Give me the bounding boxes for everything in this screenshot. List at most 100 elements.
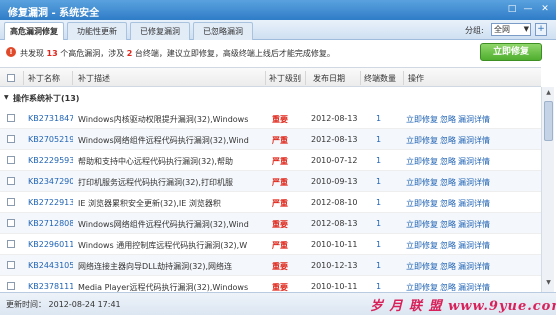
row-checkbox[interactable] xyxy=(7,219,15,227)
fix-link[interactable]: 立即修复 xyxy=(406,198,438,209)
scrollbar[interactable]: ▲ ▼ xyxy=(541,87,554,292)
fix-now-button[interactable]: 立即修复 xyxy=(480,43,542,61)
patch-date: 2012-08-10 xyxy=(311,198,358,207)
col-desc[interactable]: 补丁描述 xyxy=(78,73,110,84)
patch-host-count[interactable]: 1 xyxy=(376,240,386,249)
table-row[interactable]: KB2347290 打印机服务远程代码执行漏洞(32),打印机服 严重 2010-09… xyxy=(0,171,541,192)
fix-link[interactable]: 立即修复 xyxy=(406,219,438,230)
patch-date: 2012-08-13 xyxy=(311,114,358,123)
scroll-down-icon[interactable]: ▼ xyxy=(544,279,553,289)
tab-fixed[interactable]: 已修复漏洞 xyxy=(130,22,190,40)
patch-level: 重要 xyxy=(272,283,288,292)
table-row[interactable]: KB2712808 Windows网络组件远程代码执行漏洞(32),Wind 重要 2… xyxy=(0,213,541,234)
ignore-link[interactable]: 忽略 xyxy=(440,156,456,167)
table-row[interactable]: KB2378111 Media Player远程代码执行漏洞(32),Window… xyxy=(0,276,541,292)
ignore-link[interactable]: 忽略 xyxy=(440,198,456,209)
minimize-icon[interactable]: — xyxy=(520,3,536,16)
col-name[interactable]: 补丁名称 xyxy=(28,73,60,84)
patch-host-count[interactable]: 1 xyxy=(376,219,386,228)
table-row[interactable]: KB2229593 帮助和支持中心远程代码执行漏洞(32),帮助 严重 2010-07… xyxy=(0,150,541,171)
patch-kb-link[interactable]: KB2229593 xyxy=(28,156,73,165)
fix-link[interactable]: 立即修复 xyxy=(406,177,438,188)
detail-link[interactable]: 漏洞详情 xyxy=(458,114,490,125)
detail-link[interactable]: 漏洞详情 xyxy=(458,282,490,292)
ignore-link[interactable]: 忽略 xyxy=(440,219,456,230)
high-risk-count: 13 xyxy=(46,49,58,58)
patch-host-count[interactable]: 1 xyxy=(376,177,386,186)
patch-description: Windows内核驱动权限提升漏洞(32),Windows xyxy=(78,115,249,124)
detail-link[interactable]: 漏洞详情 xyxy=(458,240,490,251)
row-checkbox[interactable] xyxy=(7,177,15,185)
detail-link[interactable]: 漏洞详情 xyxy=(458,135,490,146)
patch-host-count[interactable]: 1 xyxy=(376,261,386,270)
add-group-icon[interactable]: + xyxy=(535,23,547,36)
row-checkbox[interactable] xyxy=(7,261,15,269)
patch-description: 打印机服务远程代码执行漏洞(32),打印机服 xyxy=(78,178,233,187)
maximize-icon[interactable]: □ xyxy=(504,3,520,16)
ignore-link[interactable]: 忽略 xyxy=(440,114,456,125)
patch-host-count[interactable]: 1 xyxy=(376,156,386,165)
patch-kb-link[interactable]: KB2705219 xyxy=(28,135,73,144)
row-checkbox[interactable] xyxy=(7,135,15,143)
ignore-link[interactable]: 忽略 xyxy=(440,240,456,251)
row-checkbox[interactable] xyxy=(7,282,15,290)
detail-link[interactable]: 漏洞详情 xyxy=(458,261,490,272)
chevron-down-icon: ▼ xyxy=(523,25,529,33)
patch-host-count[interactable]: 1 xyxy=(376,282,386,291)
table-row[interactable]: KB2443105 网络连接主器向导DLL劫持漏洞(32),网络连 重要 2010-1… xyxy=(0,255,541,276)
row-checkbox[interactable] xyxy=(7,114,15,122)
tab-high-risk-fix[interactable]: 高危漏洞修复 xyxy=(4,22,64,41)
close-icon[interactable]: ✕ xyxy=(537,3,553,16)
detail-link[interactable]: 漏洞详情 xyxy=(458,198,490,209)
detail-link[interactable]: 漏洞详情 xyxy=(458,177,490,188)
patch-host-count[interactable]: 1 xyxy=(376,135,386,144)
select-all-checkbox[interactable] xyxy=(7,74,15,82)
collapse-icon[interactable]: ▼ xyxy=(4,94,9,101)
patch-date: 2010-10-11 xyxy=(311,240,358,249)
ignore-link[interactable]: 忽略 xyxy=(440,282,456,292)
col-level[interactable]: 补丁级别 xyxy=(269,73,301,84)
detail-link[interactable]: 漏洞详情 xyxy=(458,219,490,230)
table-row[interactable]: KB2705219 Windows网络组件远程代码执行漏洞(32),Wind 严重 2… xyxy=(0,129,541,150)
col-date[interactable]: 发布日期 xyxy=(313,73,345,84)
summary-text: 共发现 13 个高危漏洞，涉及 2 台终端，建议立即修复，高级终端上线后才能完成… xyxy=(20,49,335,58)
fix-link[interactable]: 立即修复 xyxy=(406,114,438,125)
patch-kb-link[interactable]: KB2378111 xyxy=(28,282,73,291)
tab-ignored[interactable]: 已忽略漏洞 xyxy=(193,22,253,40)
detail-link[interactable]: 漏洞详情 xyxy=(458,156,490,167)
group-select[interactable]: 全网 ▼ xyxy=(491,23,531,36)
patch-kb-link[interactable]: KB2722913 xyxy=(28,198,73,207)
fix-link[interactable]: 立即修复 xyxy=(406,156,438,167)
fix-link[interactable]: 立即修复 xyxy=(406,240,438,251)
ignore-link[interactable]: 忽略 xyxy=(440,177,456,188)
col-count[interactable]: 终端数量 xyxy=(364,73,396,84)
tab-feature-update[interactable]: 功能性更新 xyxy=(67,22,127,40)
fix-link[interactable]: 立即修复 xyxy=(406,135,438,146)
patch-kb-link[interactable]: KB2296011 xyxy=(28,240,73,249)
patch-date: 2012-08-13 xyxy=(311,219,358,228)
table-row[interactable]: KB2722913 IE 浏览器累积安全更新(32),IE 浏览器积 严重 2012-… xyxy=(0,192,541,213)
patch-kb-link[interactable]: KB2443105 xyxy=(28,261,73,270)
table-row[interactable]: KB2296011 Windows 通用控制库远程代码执行漏洞(32),W 严重 20… xyxy=(0,234,541,255)
ignore-link[interactable]: 忽略 xyxy=(440,261,456,272)
group-row[interactable]: ▼ 操作系统补丁(13) xyxy=(0,88,541,108)
patch-level: 重要 xyxy=(272,262,288,271)
table-row[interactable]: KB2731847 Windows内核驱动权限提升漏洞(32),Windows 重要… xyxy=(0,108,541,129)
patch-host-count[interactable]: 1 xyxy=(376,198,386,207)
fix-link[interactable]: 立即修复 xyxy=(406,261,438,272)
patch-description: Windows 通用控制库远程代码执行漏洞(32),W xyxy=(78,241,248,250)
patch-kb-link[interactable]: KB2731847 xyxy=(28,114,73,123)
patch-kb-link[interactable]: KB2712808 xyxy=(28,219,73,228)
row-checkbox[interactable] xyxy=(7,198,15,206)
row-checkbox[interactable] xyxy=(7,156,15,164)
scroll-thumb[interactable] xyxy=(544,101,553,141)
patch-description: Windows网络组件远程代码执行漏洞(32),Wind xyxy=(78,136,249,145)
patch-kb-link[interactable]: KB2347290 xyxy=(28,177,73,186)
row-checkbox[interactable] xyxy=(7,240,15,248)
ignore-link[interactable]: 忽略 xyxy=(440,135,456,146)
warning-icon: ! xyxy=(6,47,16,57)
fix-link[interactable]: 立即修复 xyxy=(406,282,438,292)
scroll-up-icon[interactable]: ▲ xyxy=(544,89,553,99)
patch-host-count[interactable]: 1 xyxy=(376,114,386,123)
watermark: 岁 月 联 盟 www.9yue.com xyxy=(370,299,556,314)
